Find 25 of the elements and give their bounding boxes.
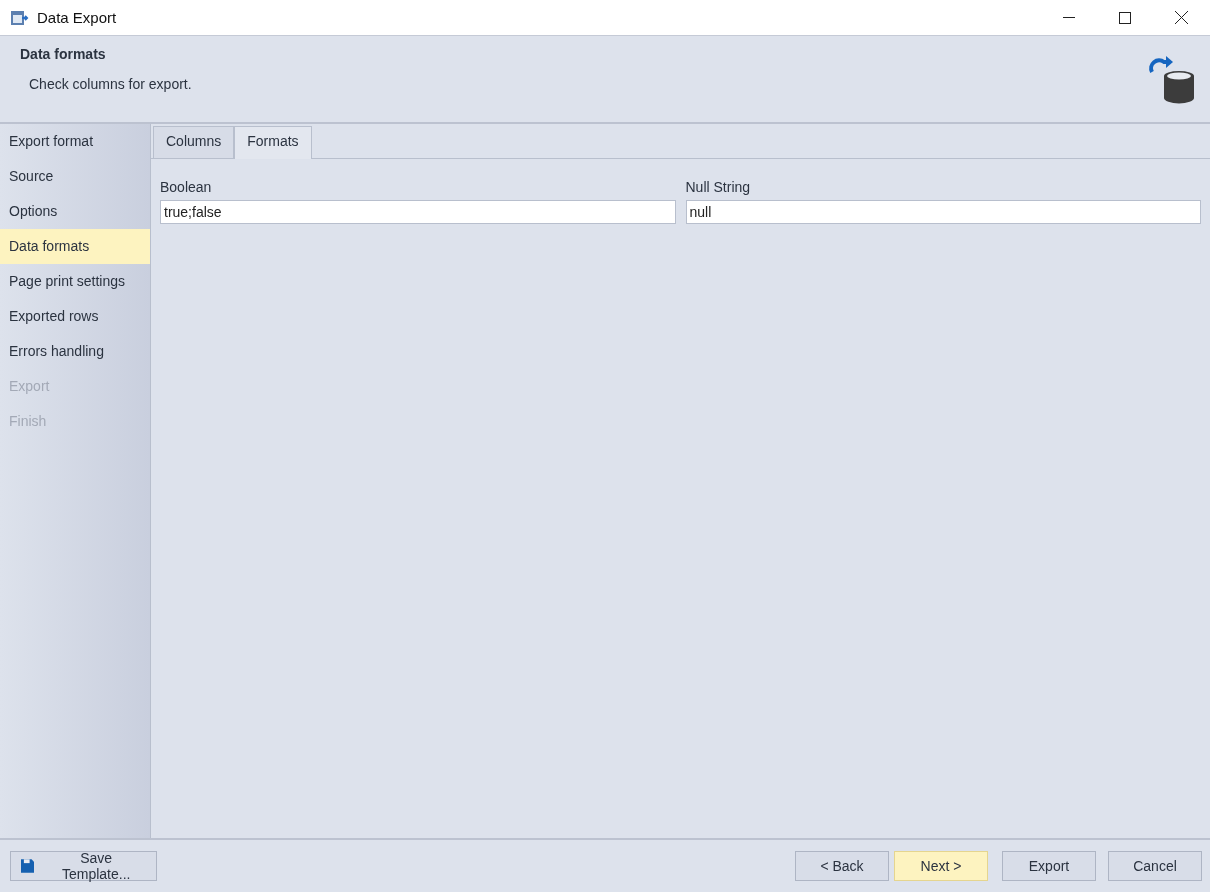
tab[interactable]: Columns xyxy=(153,126,235,158)
sidebar-item[interactable]: Page print settings xyxy=(0,264,150,299)
page-subtitle: Check columns for export. xyxy=(29,76,192,92)
minimize-icon[interactable] xyxy=(1063,16,1075,19)
text-field[interactable]: true;false xyxy=(160,200,676,224)
sidebar-item[interactable]: Source xyxy=(0,159,150,194)
wizard-button[interactable]: < Back xyxy=(795,851,889,881)
maximize-icon[interactable] xyxy=(1119,11,1131,24)
close-icon[interactable] xyxy=(1175,11,1188,24)
table-export-icon xyxy=(11,10,29,25)
sidebar-item[interactable]: Options xyxy=(0,194,150,229)
page-title: Data formats xyxy=(20,46,107,62)
wizard-button[interactable]: Cancel xyxy=(1108,851,1202,881)
sidebar-item[interactable]: Export format xyxy=(0,124,150,159)
wizard-button[interactable]: Next > xyxy=(894,851,988,881)
window-title: Data Export xyxy=(37,9,117,26)
field-label: Boolean xyxy=(160,179,213,195)
text-field[interactable]: null xyxy=(685,200,1201,224)
sidebar-item[interactable]: Data formats xyxy=(0,229,150,264)
sidebar-item[interactable]: Exported rows xyxy=(0,299,150,334)
wizard-button[interactable]: Export xyxy=(1002,851,1096,881)
tab[interactable]: Formats xyxy=(234,126,312,159)
field-label: Null String xyxy=(685,179,752,195)
sidebar-item[interactable]: Errors handling xyxy=(0,334,150,369)
save-template-button[interactable]: Save Template... xyxy=(10,851,157,881)
